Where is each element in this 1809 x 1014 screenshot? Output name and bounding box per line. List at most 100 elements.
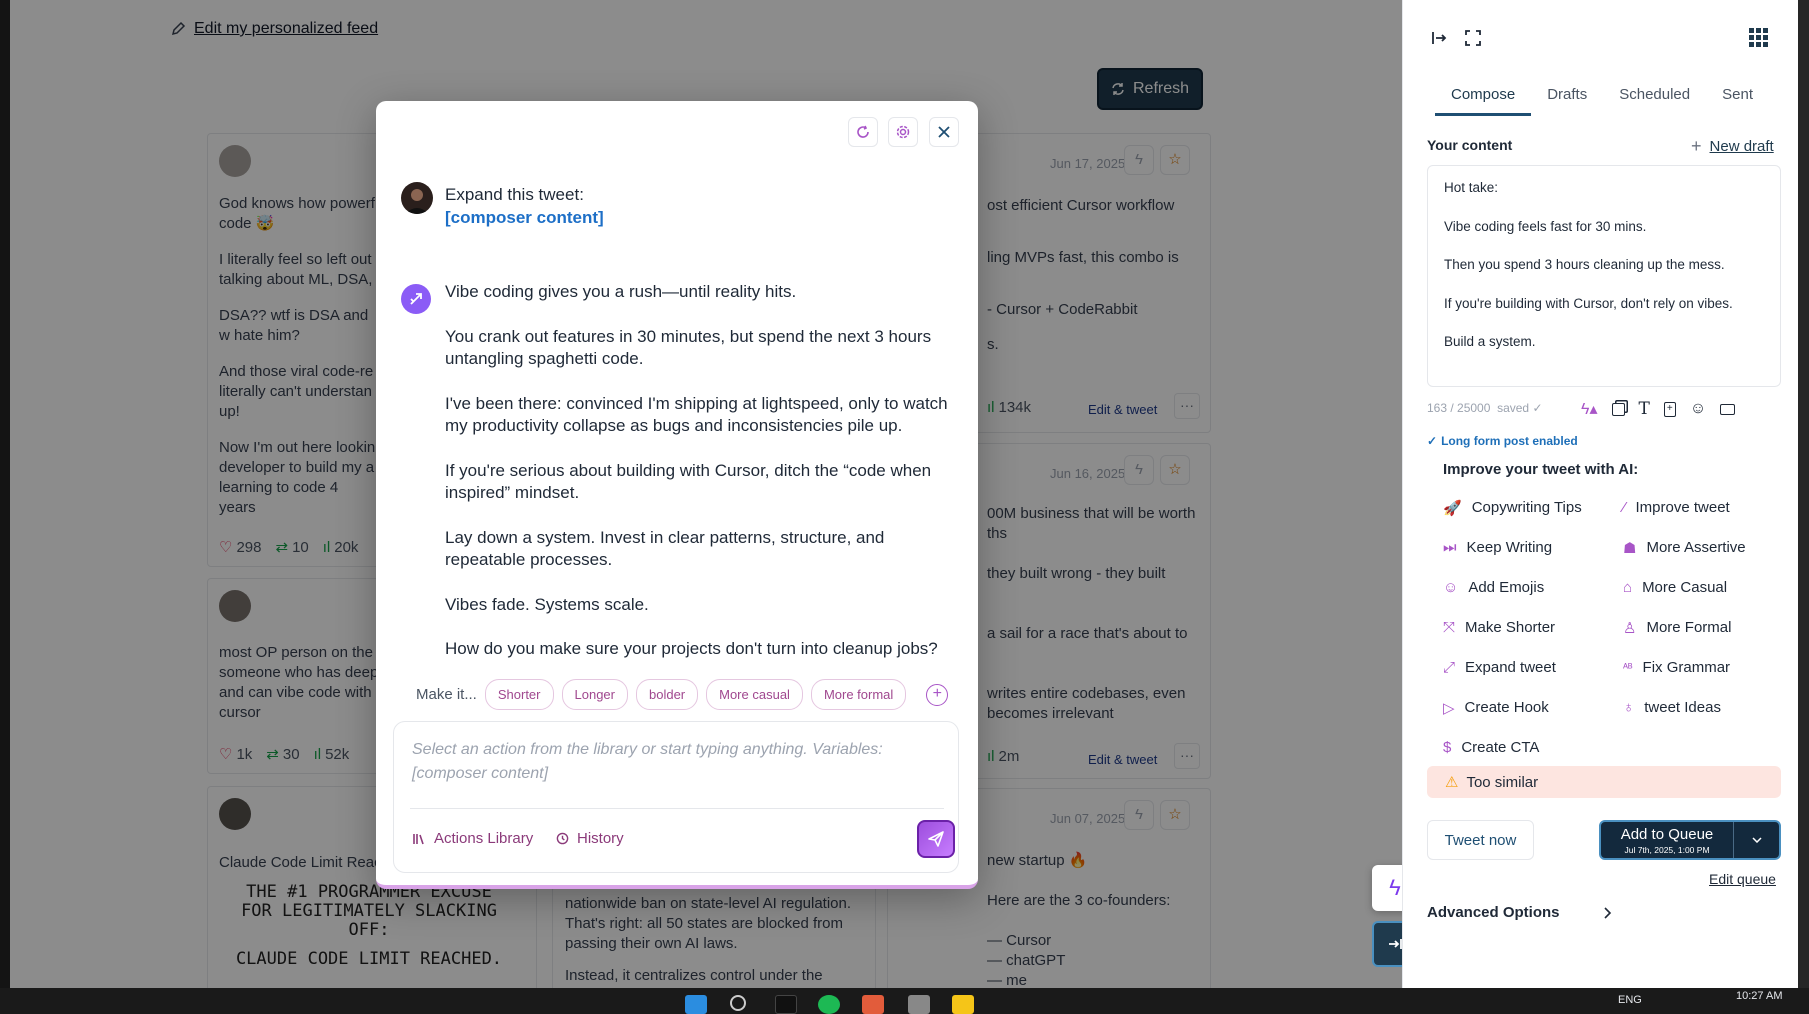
taskbar-app-icon[interactable]	[908, 995, 930, 1014]
collapse-panel-button[interactable]	[1431, 30, 1447, 51]
system-clock[interactable]: 10:27 AM	[1736, 990, 1782, 1002]
add-file-icon[interactable]: +	[1663, 401, 1676, 417]
megaphone-icon: ☗	[1623, 539, 1637, 557]
actions-library-button[interactable]: Actions Library	[412, 830, 533, 847]
make-it-label: Make it...	[416, 686, 477, 703]
divider	[410, 808, 944, 809]
ai-paragraph: I've been there: convinced I'm shipping …	[445, 393, 948, 436]
ai-option-tweet-ideas[interactable]: ♁ tweet Ideas	[1623, 696, 1783, 719]
apps-grid-button[interactable]	[1749, 28, 1768, 47]
tab-scheduled[interactable]: Scheduled	[1603, 86, 1706, 116]
chip-more-formal[interactable]: More formal	[810, 679, 907, 710]
language-indicator[interactable]: ENG	[1618, 994, 1642, 1006]
queue-date: Jul 7th, 2025, 1:00 PM	[1624, 844, 1710, 855]
ai-paragraph: If you're serious about building with Cu…	[445, 460, 932, 503]
ai-option-more-formal[interactable]: ♙ More Formal	[1623, 616, 1783, 639]
ai-option-label: Create CTA	[1461, 739, 1540, 756]
add-to-queue-button[interactable]: Add to Queue Jul 7th, 2025, 1:00 PM	[1599, 820, 1781, 860]
ai-option-improve-tweet[interactable]: ⁄ Improve tweet	[1623, 496, 1783, 519]
chip-shorter[interactable]: Shorter	[484, 679, 554, 710]
ai-option-fix-grammar[interactable]: ᴬᴮ Fix Grammar	[1623, 656, 1783, 679]
gear-icon	[896, 125, 910, 139]
regenerate-button[interactable]	[848, 117, 878, 147]
chip-bolder[interactable]: bolder	[635, 679, 699, 710]
ai-option-label: tweet Ideas	[1644, 699, 1721, 716]
prompt-placeholder: Select an action from the library or sta…	[412, 741, 883, 782]
settings-button[interactable]	[888, 117, 918, 147]
ai-bolt-icon[interactable]: ϟ▴	[1581, 399, 1598, 419]
ai-option-copywriting-tips[interactable]: 🚀 Copywriting Tips	[1443, 496, 1623, 519]
os-taskbar: ENG 10:27 AM	[0, 988, 1809, 1014]
warning-icon: ⚠	[1445, 774, 1459, 791]
editor-line: If you're building with Cursor, don't re…	[1444, 295, 1733, 311]
ai-option-label: Expand tweet	[1465, 659, 1556, 676]
check-icon: ✓	[1532, 401, 1543, 415]
add-chip-icon[interactable]: +	[926, 683, 949, 706]
taskbar-app-icon[interactable]	[862, 995, 884, 1014]
make-it-bar: Make it... Shorter Longer bolder More ca…	[416, 679, 949, 710]
editor-line: Then you spend 3 hours cleaning up the m…	[1444, 257, 1725, 272]
emoji-icon[interactable]: ☺	[1690, 400, 1706, 418]
tab-drafts[interactable]: Drafts	[1531, 86, 1603, 116]
queue-dropdown-button[interactable]	[1733, 822, 1779, 858]
fullscreen-button[interactable]	[1465, 30, 1481, 51]
send-button[interactable]	[917, 820, 955, 858]
user-message-text: Expand this tweet:	[445, 185, 584, 204]
windows-start-icon[interactable]	[685, 995, 707, 1014]
emoji-icon: ☺	[1443, 579, 1459, 596]
improve-title: Improve your tweet with AI:	[1443, 461, 1639, 478]
ai-response: Vibe coding gives you a rush—until reali…	[445, 281, 955, 683]
copy-icon[interactable]	[1611, 402, 1625, 416]
search-icon[interactable]	[730, 995, 746, 1011]
taskbar-app-icon[interactable]	[775, 995, 797, 1014]
arrow-right-bar-icon	[1432, 32, 1447, 44]
text-format-icon[interactable]: T	[1639, 399, 1650, 419]
ai-option-keep-writing[interactable]: ⏭ Keep Writing	[1443, 536, 1623, 559]
tweet-now-button[interactable]: Tweet now	[1427, 820, 1534, 860]
ai-option-label: Copywriting Tips	[1471, 499, 1582, 516]
rocket-icon: 🚀	[1443, 499, 1462, 517]
ai-option-label: More Assertive	[1646, 539, 1746, 556]
add-to-queue-main[interactable]: Add to Queue Jul 7th, 2025, 1:00 PM	[1601, 822, 1733, 858]
ai-option-make-shorter[interactable]: ⤧ Make Shorter	[1443, 616, 1623, 639]
ai-option-label: Improve tweet	[1635, 499, 1730, 516]
ai-option-more-assertive[interactable]: ☗ More Assertive	[1623, 536, 1783, 559]
edit-queue-link[interactable]: Edit queue	[1709, 871, 1776, 887]
ai-option-label: Fix Grammar	[1642, 659, 1731, 676]
close-button[interactable]	[929, 117, 959, 147]
ai-option-label: Keep Writing	[1466, 539, 1553, 556]
fullscreen-icon	[1465, 30, 1481, 46]
new-draft-button[interactable]: + New draft	[1691, 136, 1774, 157]
magic-wand-icon: ⁄	[1623, 499, 1626, 516]
ai-option-label: More Formal	[1646, 619, 1732, 636]
advanced-options-toggle[interactable]: Advanced Options	[1427, 904, 1612, 921]
bolt-icon: ϟ	[1389, 875, 1401, 900]
chip-more-casual[interactable]: More casual	[706, 679, 803, 710]
editor-line: Hot take:	[1444, 180, 1499, 195]
editor-line: Build a system.	[1444, 334, 1536, 349]
editor-toolbar: ϟ▴ T + ☺	[1581, 399, 1736, 419]
ai-option-add-emojis[interactable]: ☺ Add Emojis	[1443, 576, 1623, 599]
ai-option-create-cta[interactable]: $ Create CTA	[1443, 736, 1623, 759]
gif-icon[interactable]	[1720, 403, 1736, 415]
shirt-icon: ⌂	[1623, 579, 1633, 596]
lightbulb-icon: ♁	[1623, 699, 1635, 716]
tweet-editor[interactable]: Hot take: Vibe coding feels fast for 30 …	[1427, 165, 1781, 387]
ai-option-label: Make Shorter	[1465, 619, 1556, 636]
tab-compose[interactable]: Compose	[1435, 86, 1532, 116]
saved-status: saved	[1497, 401, 1530, 415]
ai-option-expand-tweet[interactable]: ⤢ Expand tweet	[1443, 656, 1623, 679]
file-explorer-icon[interactable]	[952, 995, 974, 1014]
compose-tabs: Compose Drafts Scheduled Sent	[1435, 86, 1769, 116]
ai-paragraph: Vibes fade. Systems scale.	[445, 594, 649, 614]
prompt-input[interactable]: Select an action from the library or sta…	[393, 721, 959, 873]
char-count: 163 / 25000 saved ✓	[1427, 401, 1543, 415]
spotify-icon[interactable]	[818, 995, 840, 1014]
chip-longer[interactable]: Longer	[561, 679, 628, 710]
refresh-icon	[857, 125, 869, 138]
ai-option-more-casual[interactable]: ⌂ More Casual	[1623, 576, 1783, 599]
history-button[interactable]: History	[556, 830, 624, 847]
plus-icon: +	[1691, 136, 1702, 156]
tab-sent[interactable]: Sent	[1706, 86, 1769, 116]
ai-option-create-hook[interactable]: ▷ Create Hook	[1443, 696, 1623, 719]
